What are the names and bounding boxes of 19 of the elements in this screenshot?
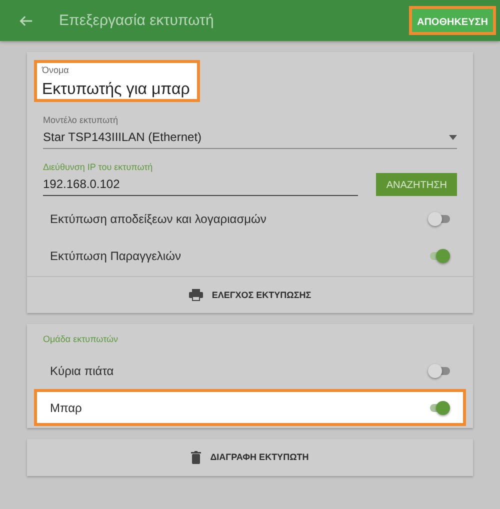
test-print-button[interactable]: ΕΛΕΓΧΟΣ ΕΚΤΥΠΩΣΗΣ [27,276,473,313]
toggle-switch[interactable] [428,248,450,264]
toggle-switch[interactable] [428,210,450,226]
ip-address-field[interactable]: Διεύθυνση IP του εκτυπωτή 192.168.0.102 [43,162,358,196]
toggle-label: Κύρια πιάτα [50,364,114,378]
toggle-label: Μπαρ [50,400,82,414]
toggle-switch[interactable] [428,362,450,378]
toggle-label: Εκτύπωση Παραγγελιών [50,248,181,262]
back-arrow-icon[interactable] [19,14,33,28]
screen-title: Επεξεργασία εκτυπωτή [59,12,215,29]
toggle-label: Εκτύπωση αποδείξεων και λογαριασμών [50,212,266,226]
delete-printer-button[interactable]: ΔΙΑΓΡΑΦΗ ΕΚΤΥΠΩΤΗ [27,439,473,476]
printer-icon [188,289,203,301]
section-title: Ομάδα εκτυπωτών [42,333,120,346]
trash-icon [191,450,202,464]
model-dropdown[interactable]: Μοντέλο εκτυπωτή Star TSP143IIILAN (Ethernet) [43,115,457,149]
dropdown-caret-icon [449,134,457,140]
name-field[interactable]: Όνομα Εκτυπωτής για μπαρ [34,60,200,102]
toggle-switch[interactable] [428,400,450,416]
